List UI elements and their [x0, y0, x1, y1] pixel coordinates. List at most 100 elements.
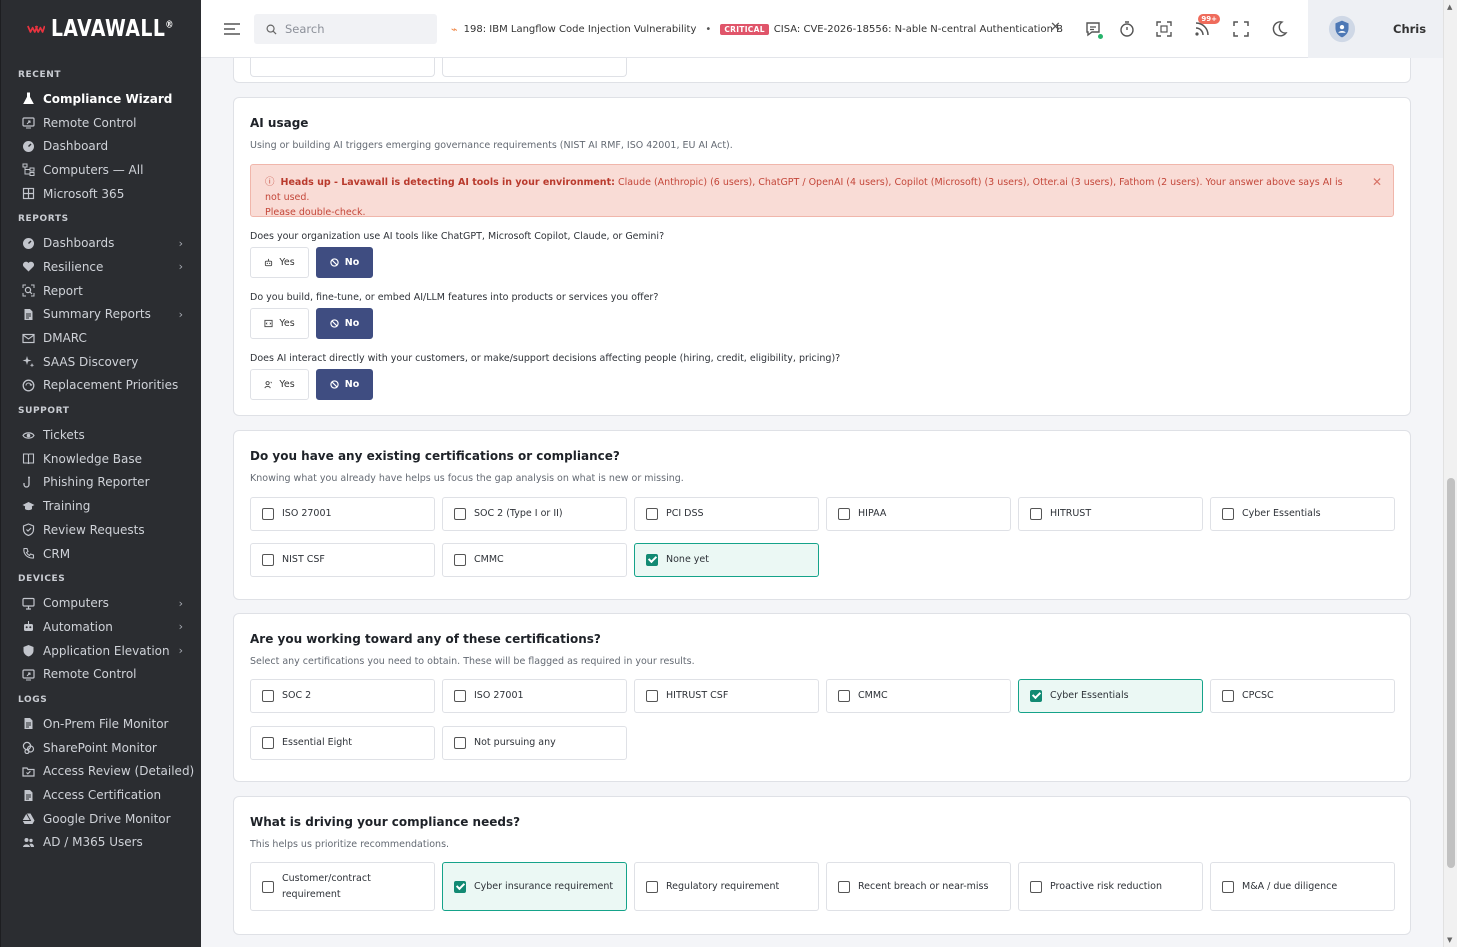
sidebar-item-remote-control[interactable]: Remote Control [1, 111, 201, 135]
sidebar-item-access-review-detailed[interactable]: Access Review (Detailed) [1, 760, 201, 784]
target-certs-option-hitrust-csf[interactable]: HITRUST CSF [634, 679, 819, 713]
checkbox-icon[interactable] [1222, 880, 1234, 893]
sidebar-item-crm[interactable]: CRM [1, 542, 201, 566]
scroll-down-arrow-icon[interactable]: ▼ [1447, 936, 1452, 944]
user-menu[interactable]: Chris [1308, 0, 1443, 58]
ai-q1-yes-button[interactable]: Yes [250, 247, 309, 278]
search-input[interactable] [285, 22, 425, 36]
sidebar-item-dashboard[interactable]: Dashboard [1, 134, 201, 158]
sidebar-item-application-elevation[interactable]: Application Elevation › [1, 639, 201, 663]
sidebar-item-remote-control[interactable]: Remote Control [1, 662, 201, 686]
sidebar-item-microsoft-365[interactable]: Microsoft 365 [1, 182, 201, 206]
checkbox-icon[interactable] [262, 737, 274, 749]
ticker-item[interactable]: CISA: CVE-2026-18556: N-able N-central A… [774, 24, 1063, 35]
sidebar-item-access-certification[interactable]: Access Certification [1, 783, 201, 807]
sidebar-item-computers-all[interactable]: Computers — All [1, 158, 201, 182]
checkbox-icon[interactable] [646, 690, 658, 702]
drivers-option-cyber-insurance-requirement[interactable]: Cyber insurance requirement [442, 862, 627, 911]
sidebar-item-resilience[interactable]: Resilience › [1, 255, 201, 279]
ticker-close-icon[interactable]: ✕ [1050, 20, 1061, 35]
sidebar-item-on-prem-file-monitor[interactable]: On-Prem File Monitor [1, 712, 201, 736]
ai-q2-yes-button[interactable]: Yes [250, 308, 309, 339]
checkbox-icon[interactable] [454, 690, 466, 702]
checkbox-icon[interactable] [1222, 508, 1234, 520]
checkbox-icon[interactable] [454, 508, 466, 520]
option-button[interactable] [250, 58, 435, 77]
search-box[interactable] [254, 14, 437, 44]
checkbox-icon[interactable] [262, 508, 274, 520]
existing-certs-option-nist-csf[interactable]: NIST CSF [250, 543, 435, 577]
drivers-option-m-a-due-diligence[interactable]: M&A / due diligence [1210, 862, 1395, 911]
checkbox-icon[interactable] [838, 508, 850, 520]
checkbox-icon[interactable] [838, 880, 850, 893]
alert-close-icon[interactable]: ✕ [1372, 175, 1382, 190]
sidebar-item-dashboards[interactable]: Dashboards › [1, 231, 201, 255]
ai-q3-yes-button[interactable]: Yes [250, 369, 309, 400]
feed-icon[interactable]: 99+ [1192, 14, 1220, 39]
scroll-up-arrow-icon[interactable]: ▲ [1447, 3, 1452, 11]
brand-logo[interactable]: LAVAWALL® [1, 0, 201, 58]
checkbox-icon[interactable] [646, 880, 658, 893]
fullscreen-icon[interactable] [1231, 19, 1251, 39]
drivers-option-customer-contract-requirement[interactable]: Customer/contract requirement [250, 862, 435, 911]
existing-certs-option-hitrust[interactable]: HITRUST [1018, 497, 1203, 531]
sidebar-item-review-requests[interactable]: Review Requests [1, 518, 201, 542]
sidebar-item-dmarc[interactable]: DMARC [1, 326, 201, 350]
sidebar-item-automation[interactable]: Automation › [1, 615, 201, 639]
hamburger-menu-icon[interactable] [223, 20, 241, 38]
ai-q3-no-button[interactable]: No [316, 369, 373, 400]
option-button[interactable] [442, 58, 627, 77]
target-certs-option-cpcsc[interactable]: CPCSC [1210, 679, 1395, 713]
ai-q2-no-button[interactable]: No [316, 308, 373, 339]
sidebar-item-compliance-wizard[interactable]: Compliance Wizard [1, 87, 201, 111]
sidebar-item-saas-discovery[interactable]: SAAS Discovery [1, 350, 201, 374]
sidebar-item-training[interactable]: Training [1, 494, 201, 518]
timer-icon[interactable] [1117, 19, 1137, 39]
ticker-item[interactable]: 198: IBM Langflow Code Injection Vulnera… [464, 24, 697, 35]
checkbox-icon[interactable] [262, 690, 274, 702]
checkbox-icon[interactable] [646, 508, 658, 520]
existing-certs-option-hipaa[interactable]: HIPAA [826, 497, 1011, 531]
sidebar-item-tickets[interactable]: Tickets [1, 423, 201, 447]
checkbox-checked-icon[interactable] [646, 554, 658, 566]
checkbox-icon[interactable] [838, 690, 850, 702]
checkbox-icon[interactable] [1030, 508, 1042, 520]
sidebar-item-replacement-priorities[interactable]: Replacement Priorities [1, 374, 201, 398]
checkbox-icon[interactable] [1222, 690, 1234, 702]
existing-certs-option-iso-27001[interactable]: ISO 27001 [250, 497, 435, 531]
scrollbar-thumb[interactable] [1447, 478, 1455, 868]
target-certs-option-soc-2[interactable]: SOC 2 [250, 679, 435, 713]
drivers-option-recent-breach-or-near-miss[interactable]: Recent breach or near-miss [826, 862, 1011, 911]
checkbox-checked-icon[interactable] [454, 880, 466, 893]
checkbox-icon[interactable] [454, 554, 466, 566]
existing-certs-option-pci-dss[interactable]: PCI DSS [634, 497, 819, 531]
target-certs-option-essential-eight[interactable]: Essential Eight [250, 726, 435, 760]
target-certs-option-iso-27001[interactable]: ISO 27001 [442, 679, 627, 713]
sidebar-item-knowledge-base[interactable]: Knowledge Base [1, 447, 201, 471]
sidebar-item-summary-reports[interactable]: Summary Reports › [1, 303, 201, 327]
checkbox-icon[interactable] [262, 554, 274, 566]
existing-certs-option-cmmc[interactable]: CMMC [442, 543, 627, 577]
target-certs-option-cmmc[interactable]: CMMC [826, 679, 1011, 713]
target-certs-option-cyber-essentials[interactable]: Cyber Essentials [1018, 679, 1203, 713]
sidebar-item-sharepoint-monitor[interactable]: SharePoint Monitor [1, 736, 201, 760]
sidebar-item-report[interactable]: Report [1, 279, 201, 303]
qr-code-icon[interactable] [1154, 19, 1174, 39]
target-certs-option-not-pursuing-any[interactable]: Not pursuing any [442, 726, 627, 760]
drivers-option-regulatory-requirement[interactable]: Regulatory requirement [634, 862, 819, 911]
sidebar-item-phishing-reporter[interactable]: Phishing Reporter [1, 471, 201, 495]
dark-mode-moon-icon[interactable] [1269, 19, 1289, 39]
checkbox-icon[interactable] [262, 880, 274, 893]
ai-q1-no-button[interactable]: No [316, 247, 373, 278]
chat-icon[interactable] [1083, 19, 1103, 39]
checkbox-icon[interactable] [1030, 880, 1042, 893]
sidebar-item-google-drive-monitor[interactable]: Google Drive Monitor [1, 807, 201, 831]
sidebar-item-ad-m365-users[interactable]: AD / M365 Users [1, 831, 201, 855]
existing-certs-option-cyber-essentials[interactable]: Cyber Essentials [1210, 497, 1395, 531]
existing-certs-option-none-yet[interactable]: None yet [634, 543, 819, 577]
existing-certs-option-soc-2-type-i-or-ii[interactable]: SOC 2 (Type I or II) [442, 497, 627, 531]
checkbox-icon[interactable] [454, 737, 466, 749]
sidebar-item-computers[interactable]: Computers › [1, 591, 201, 615]
checkbox-checked-icon[interactable] [1030, 690, 1042, 702]
drivers-option-proactive-risk-reduction[interactable]: Proactive risk reduction [1018, 862, 1203, 911]
